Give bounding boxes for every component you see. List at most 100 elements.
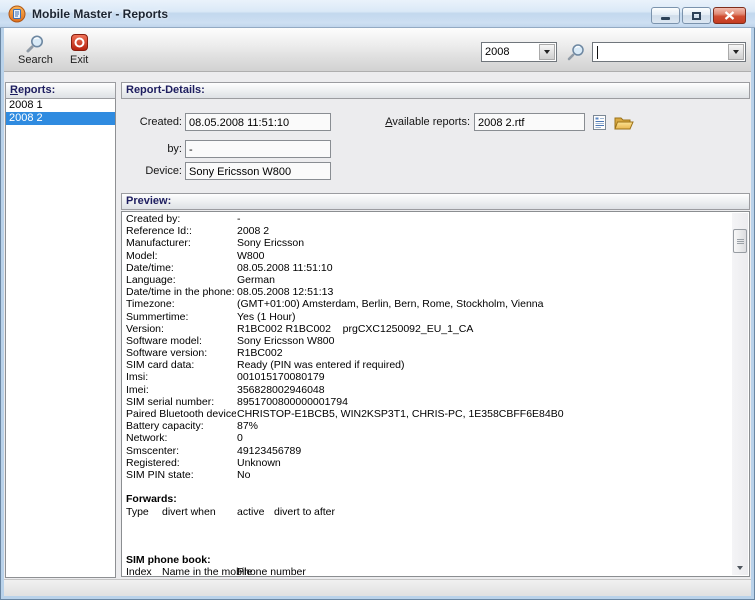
preview-row-value: R1BC002 [237, 347, 285, 359]
filter-combobox[interactable] [592, 42, 746, 62]
close-button[interactable] [713, 7, 746, 24]
preview-row: Battery capacity:87% [122, 420, 732, 432]
app-window: Mobile Master - Reports Search [0, 0, 755, 600]
preview-row-value: W800 [237, 250, 266, 262]
preview-row [122, 518, 732, 530]
preview-row-label: Language: [126, 274, 176, 286]
scrollbar-thumb[interactable] [733, 229, 747, 253]
preview-column-header: Type [126, 506, 149, 518]
preview-row: Date/time in the phone:08.05.2008 12:51:… [122, 286, 732, 298]
reports-header-text: eports: [18, 84, 55, 96]
preview-row-value: R1BC002 R1BC002 prgCXC1250092_EU_1_CA [237, 323, 475, 335]
preview-row-label: Version: [126, 323, 164, 335]
search-button[interactable]: Search [12, 31, 59, 69]
preview-row-value: Ready (PIN was entered if required) [237, 359, 407, 371]
preview-row-value: (GMT+01:00) Amsterdam, Berlin, Bern, Rom… [237, 298, 545, 310]
preview-row-label: Summertime: [126, 311, 188, 323]
preview-row: Date/time: 08.05.2008 11:51:10 [122, 262, 732, 274]
search-label: Search [18, 55, 53, 66]
reports-header-mnemonic: R [10, 84, 18, 96]
preview-row-label: SIM serial number: [126, 396, 214, 408]
preview-row-value: - [237, 213, 243, 225]
preview-row [122, 542, 732, 554]
thumb-grip [737, 243, 744, 244]
vertical-scrollbar[interactable] [732, 213, 748, 575]
window-controls [651, 7, 746, 24]
preview-header: Preview: [121, 193, 750, 210]
preview-row-value: Yes (1 Hour) [237, 311, 298, 323]
preview-row-label: Network: [126, 432, 167, 444]
preview-column-header: Index [126, 566, 152, 576]
report-details-header: Report-Details: [121, 82, 750, 99]
available-reports-field[interactable]: 2008 2.rtf [474, 113, 585, 131]
preview-row: Version: R1BC002 R1BC002 prgCXC1250092_EU… [122, 323, 732, 335]
maximize-icon [692, 12, 701, 20]
preview-column-header: Phone number [237, 566, 306, 576]
preview-row-value: German [237, 274, 277, 286]
scroll-up-button[interactable] [732, 213, 748, 228]
preview-row-label: Forwards: [126, 493, 177, 505]
preview-column-header: active [237, 506, 264, 518]
triangle-down-icon [737, 566, 743, 570]
preview-row-value: 8951700800000001794 [237, 396, 350, 408]
preview-row-label: Smscenter: [126, 445, 179, 457]
year-combo-value: 2008 [485, 44, 538, 60]
preview-row [122, 481, 732, 493]
preview-row-label: Imei: [126, 384, 149, 396]
reports-list[interactable]: 2008 12008 2 [5, 99, 116, 578]
year-combo-dropdown-button[interactable] [539, 44, 555, 60]
exit-label: Exit [70, 55, 88, 66]
preview-row: SIM card data:Ready (PIN was entered if … [122, 359, 732, 371]
preview-row-label: Date/time: [126, 262, 174, 274]
preview-row: Summertime: Yes (1 Hour) [122, 311, 732, 323]
by-label: by: [102, 140, 182, 158]
preview-row: Timezone:(GMT+01:00) Amsterdam, Berlin, … [122, 298, 732, 310]
preview-row-value: 08.05.2008 12:51:13 [237, 286, 335, 298]
preview-row-label: Manufacturer: [126, 237, 191, 249]
year-combobox[interactable]: 2008 [481, 42, 557, 62]
preview-row-label: SIM phone book: [126, 554, 211, 566]
scroll-down-button[interactable] [732, 560, 748, 575]
open-folder-icon [613, 115, 634, 131]
titlebar[interactable]: Mobile Master - Reports [0, 0, 755, 28]
preview-row-label: Imsi: [126, 371, 148, 383]
preview-row: Created by: - [122, 213, 732, 225]
filter-combo-dropdown-button[interactable] [728, 44, 744, 60]
device-field[interactable]: Sony Ericsson W800 [185, 162, 331, 180]
open-report-button[interactable] [612, 113, 634, 133]
thumb-grip [737, 239, 744, 240]
device-label: Device: [102, 162, 182, 180]
preview-row-label: Software model: [126, 335, 202, 347]
created-field[interactable]: 08.05.2008 11:51:10 [185, 113, 331, 131]
exit-button[interactable]: Exit [64, 31, 94, 69]
preview-row-value: Sony Ericsson W800 [237, 335, 336, 347]
preview-row-value: Unknown [237, 457, 283, 469]
preview-text: Created by:-Reference Id::2008 2Manufact… [122, 213, 732, 576]
preview-row-label: Created by: [126, 213, 180, 225]
preview-row-value: 08.05.2008 11:51:10 [237, 262, 335, 274]
preview-row-value: 001015170080179 [237, 371, 327, 383]
report-list-item[interactable]: 2008 2 [6, 112, 115, 125]
preview-row: Manufacturer:Sony Ericsson [122, 237, 732, 249]
chevron-down-icon [544, 50, 550, 54]
preview-row: Model:W800 [122, 250, 732, 262]
minimize-button[interactable] [651, 7, 680, 24]
preview-section-title: Forwards: [122, 493, 732, 505]
maximize-button[interactable] [682, 7, 711, 24]
view-report-button[interactable] [588, 112, 610, 132]
preview-row-value: 49123456789 [237, 445, 303, 457]
close-icon [724, 11, 735, 20]
preview-row: Imei:356828002946048 [122, 384, 732, 396]
created-label: Created: [102, 113, 182, 131]
preview-row: Registered:Unknown [122, 457, 732, 469]
preview-pane: Created by:-Reference Id::2008 2Manufact… [121, 211, 750, 577]
preview-row: Language: German [122, 274, 732, 286]
preview-column-header-row: IndexName in the mobilePhone number [122, 566, 732, 576]
by-field[interactable]: - [185, 140, 331, 158]
preview-row-label: Paired Bluetooth devices: [126, 408, 236, 420]
report-list-item[interactable]: 2008 1 [6, 99, 115, 112]
search-icon [25, 34, 45, 54]
preview-section-title: SIM phone book: [122, 554, 732, 566]
preview-row-label: Battery capacity: [126, 420, 204, 432]
thumb-grip [737, 241, 744, 242]
